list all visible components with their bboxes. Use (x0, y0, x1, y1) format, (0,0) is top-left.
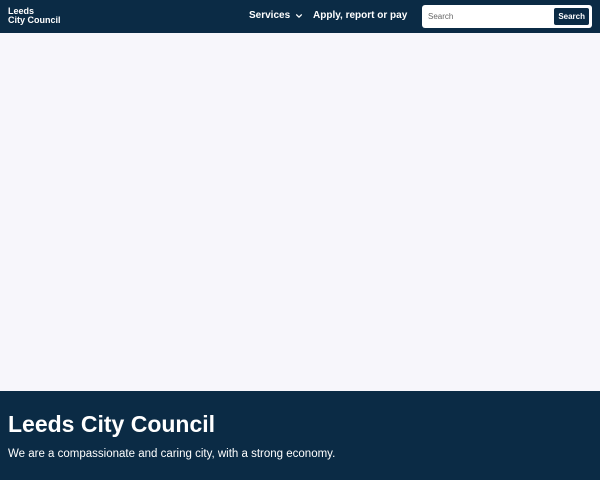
nav-services-label: Services (249, 10, 291, 21)
hero-caption: Leeds City Council We are a compassionat… (0, 391, 600, 480)
search-input[interactable] (428, 8, 555, 25)
hero-image-area (0, 33, 600, 391)
site-header: Leeds City Council Services Apply, repor… (0, 0, 600, 33)
nav-services-menu[interactable]: Services (249, 10, 303, 21)
chevron-down-icon (296, 13, 303, 18)
logo-line-2: City Council (8, 15, 61, 25)
hero-subtitle: We are a compassionate and caring city, … (8, 448, 336, 460)
nav-apply-report-pay-link[interactable]: Apply, report or pay (313, 10, 407, 21)
site-logo[interactable]: Leeds City Council (8, 7, 61, 25)
search-button[interactable]: Search (554, 8, 589, 25)
hero-title: Leeds City Council (8, 411, 216, 437)
search-form: Search (422, 5, 592, 28)
